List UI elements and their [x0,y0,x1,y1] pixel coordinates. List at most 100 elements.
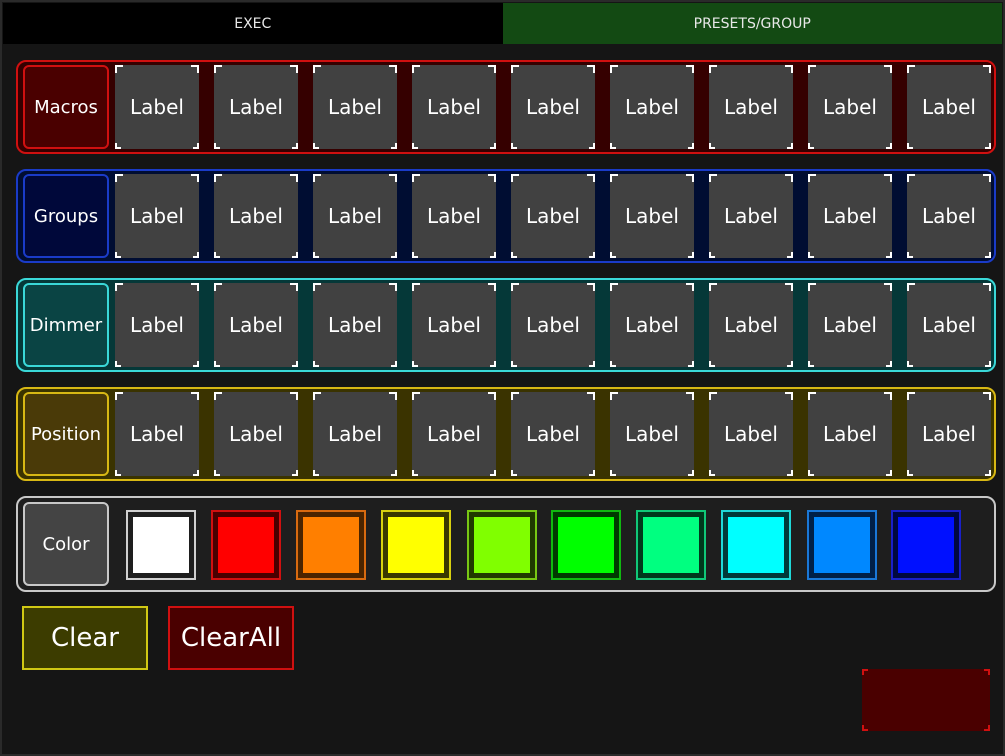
macros-preset-cell[interactable]: Label [511,65,595,149]
preset-cell-label: Label [229,313,283,337]
color-swatch-spring-green[interactable] [636,510,706,580]
preset-cell-label: Label [526,95,580,119]
preset-cell-label: Label [427,204,481,228]
preset-cell-label: Label [724,204,778,228]
position-preset-cell[interactable]: Label [610,392,694,476]
preset-cell-label: Label [130,422,184,446]
groups-preset-cell[interactable]: Label [313,174,397,258]
color-swatch-fill [814,517,870,573]
macros-row: Macros Label Label Label Label Label Label Labe… [16,60,996,154]
dimmer-preset-cell[interactable]: Label [907,283,991,367]
color-swatch-fill [728,517,784,573]
preset-cell-label: Label [922,422,976,446]
preset-cell-label: Label [625,95,679,119]
preset-cell-label: Label [823,422,877,446]
preset-cell-label: Label [526,313,580,337]
tab-presets-group[interactable]: PRESETS/GROUP [502,3,1002,44]
preset-cell-label: Label [130,204,184,228]
preset-cell-label: Label [328,95,382,119]
preset-cell-label: Label [724,95,778,119]
preset-cell-label: Label [625,313,679,337]
dimmer-preset-cell[interactable]: Label [412,283,496,367]
groups-preset-cell[interactable]: Label [709,174,793,258]
groups-preset-cell[interactable]: Label [511,174,595,258]
macros-row-title[interactable]: Macros [23,65,109,149]
dimmer-preset-cell[interactable]: Label [709,283,793,367]
preset-cell-label: Label [922,204,976,228]
color-swatch-red[interactable] [211,510,281,580]
position-preset-cell[interactable]: Label [808,392,892,476]
macros-preset-cell[interactable]: Label [907,65,991,149]
dimmer-preset-cell[interactable]: Label [610,283,694,367]
clear-all-button[interactable]: ClearAll [168,606,294,670]
color-row: Color [16,496,996,592]
color-swatch-cyan[interactable] [721,510,791,580]
color-swatch-chartreuse[interactable] [467,510,537,580]
color-swatch-fill [474,517,530,573]
macros-preset-cell[interactable]: Label [610,65,694,149]
preset-cell-label: Label [130,313,184,337]
preset-cell-label: Label [427,95,481,119]
position-row: Position Label Label Label Label Label Label La… [16,387,996,481]
preset-cell-label: Label [229,204,283,228]
macros-preset-cell[interactable]: Label [115,65,199,149]
color-swatch-azure[interactable] [807,510,877,580]
color-swatch-fill [218,517,274,573]
preset-cell-label: Label [724,313,778,337]
color-swatch-green[interactable] [551,510,621,580]
groups-row: Groups Label Label Label Label Label Label Labe… [16,169,996,263]
tab-bar: EXEC PRESETS/GROUP [3,3,1002,44]
color-swatch-fill [558,517,614,573]
groups-preset-cell[interactable]: Label [907,174,991,258]
position-preset-cell[interactable]: Label [511,392,595,476]
color-swatch-fill [388,517,444,573]
dimmer-preset-cell[interactable]: Label [313,283,397,367]
preset-cell-label: Label [823,204,877,228]
macros-preset-cell[interactable]: Label [709,65,793,149]
preset-cell-label: Label [328,313,382,337]
color-swatch-fill [643,517,699,573]
macros-preset-cell[interactable]: Label [412,65,496,149]
dimmer-row-title[interactable]: Dimmer [23,283,109,367]
groups-preset-cell[interactable]: Label [412,174,496,258]
color-swatch-fill [303,517,359,573]
color-swatch-orange[interactable] [296,510,366,580]
dimmer-preset-cell[interactable]: Label [214,283,298,367]
dimmer-preset-cell[interactable]: Label [115,283,199,367]
color-swatch-blue[interactable] [891,510,961,580]
groups-row-title[interactable]: Groups [23,174,109,258]
tab-exec[interactable]: EXEC [3,3,503,44]
unlabeled-red-button[interactable] [862,669,990,731]
groups-preset-cell[interactable]: Label [610,174,694,258]
preset-cell-label: Label [724,422,778,446]
position-preset-cell[interactable]: Label [709,392,793,476]
dimmer-preset-cell[interactable]: Label [511,283,595,367]
preset-cell-label: Label [922,95,976,119]
color-swatch-fill [898,517,954,573]
position-row-title[interactable]: Position [23,392,109,476]
position-preset-cell[interactable]: Label [907,392,991,476]
preset-cell-label: Label [427,313,481,337]
macros-preset-cell[interactable]: Label [313,65,397,149]
position-preset-cell[interactable]: Label [412,392,496,476]
preset-cell-label: Label [823,95,877,119]
preset-cell-label: Label [328,422,382,446]
macros-preset-cell[interactable]: Label [214,65,298,149]
macros-preset-cell[interactable]: Label [808,65,892,149]
color-swatch-fill [133,517,189,573]
groups-preset-cell[interactable]: Label [808,174,892,258]
color-row-title[interactable]: Color [23,502,109,586]
preset-cell-label: Label [328,204,382,228]
preset-cell-label: Label [229,422,283,446]
color-swatch-white[interactable] [126,510,196,580]
dimmer-preset-cell[interactable]: Label [808,283,892,367]
groups-preset-cell[interactable]: Label [115,174,199,258]
groups-preset-cell[interactable]: Label [214,174,298,258]
clear-button[interactable]: Clear [22,606,148,670]
position-preset-cell[interactable]: Label [313,392,397,476]
preset-cell-label: Label [922,313,976,337]
position-preset-cell[interactable]: Label [115,392,199,476]
preset-cell-label: Label [526,204,580,228]
color-swatch-yellow[interactable] [381,510,451,580]
position-preset-cell[interactable]: Label [214,392,298,476]
